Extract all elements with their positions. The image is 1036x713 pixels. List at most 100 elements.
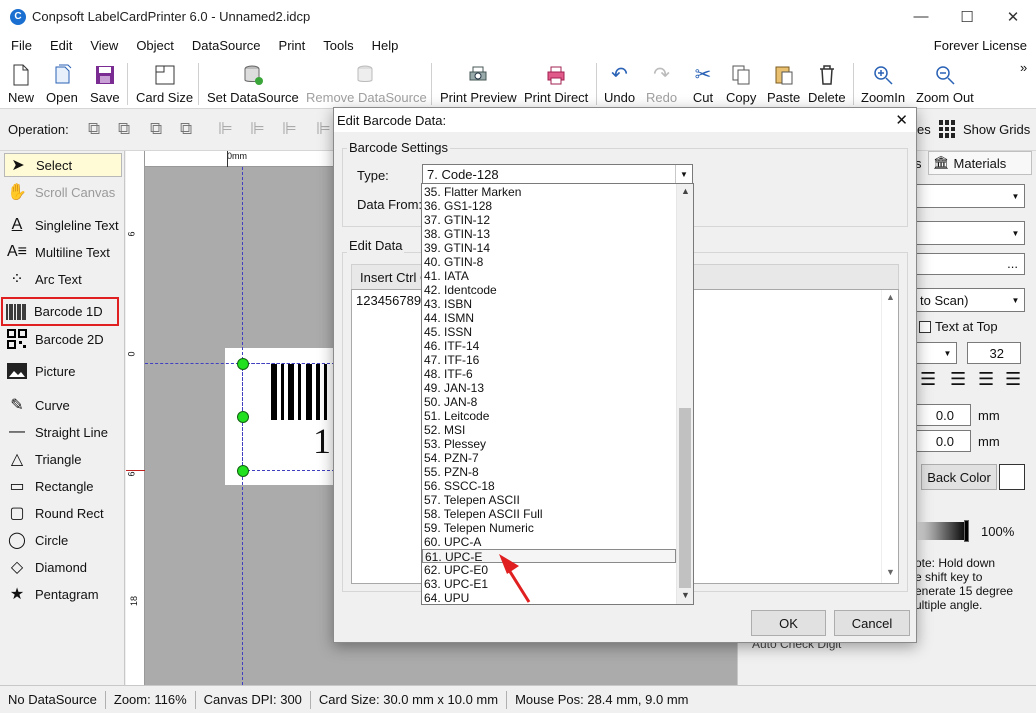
dropdown-option[interactable]: 63. UPC-E1 [422,577,677,591]
tool-straight-line[interactable]: — Straight Line [4,420,122,444]
property-combo-2[interactable]: ▼ [915,221,1025,245]
menu-datasource[interactable]: DataSource [183,38,270,53]
align-top-icon[interactable]: ⊫ [316,119,331,139]
open-button[interactable]: Open [46,57,78,109]
dropdown-option[interactable]: 62. UPC-E0 [422,563,677,577]
menu-help[interactable]: Help [363,38,408,53]
new-button[interactable]: New [8,57,34,109]
set-datasource-button[interactable]: Set DataSource [207,57,299,109]
dropdown-option[interactable]: 46. ITF-14 [422,339,677,353]
scroll-up-icon[interactable]: ▲ [886,292,895,302]
x-offset-stepper[interactable]: 0.0 [915,404,971,426]
dropdown-option[interactable]: 58. Telepen ASCII Full [422,507,677,521]
tool-picture[interactable]: Picture [4,359,122,383]
dropdown-option[interactable]: 44. ISMN [422,311,677,325]
dropdown-option[interactable]: 37. GTIN-12 [422,213,677,227]
dropdown-option[interactable]: 50. JAN-8 [422,395,677,409]
scroll-down-icon[interactable]: ▼ [886,567,895,577]
cancel-button[interactable]: Cancel [834,610,910,636]
dropdown-option[interactable]: 49. JAN-13 [422,381,677,395]
dropdown-option[interactable]: 57. Telepen ASCII [422,493,677,507]
dropdown-option[interactable]: 35. Flatter Marken [422,185,677,199]
card-size-button[interactable]: Card Size [136,57,193,109]
undo-button[interactable]: ↶ Undo [604,57,635,109]
tool-select[interactable]: ➤ Select [4,153,122,177]
tool-multiline-text[interactable]: A≡ Multiline Text [4,240,122,264]
close-button[interactable]: ✕ [990,0,1036,33]
opacity-slider[interactable] [915,522,967,540]
menu-object[interactable]: Object [127,38,183,53]
tool-singleline-text[interactable]: A Singleline Text [4,213,122,237]
layer-top-icon[interactable]: ⧉ [118,119,130,139]
dropdown-option[interactable]: 51. Leitcode [422,409,677,423]
tool-triangle[interactable]: △ Triangle [4,447,122,471]
menu-print[interactable]: Print [270,38,315,53]
tool-barcode-1d[interactable]: Barcode 1D [1,297,119,326]
scroll-down-icon[interactable]: ▼ [681,590,690,600]
resize-handle[interactable] [237,465,249,477]
layer-down-icon[interactable]: ⧉ [150,119,162,139]
dropdown-option[interactable]: 53. Plessey [422,437,677,451]
tool-rectangle[interactable]: ▭ Rectangle [4,474,122,498]
scrollbar-thumb[interactable] [679,408,691,588]
align-left-icon[interactable]: ⊫ [218,119,233,139]
back-color-swatch[interactable] [999,464,1025,490]
dropdown-option[interactable]: 39. GTIN-14 [422,241,677,255]
text-at-top-checkbox[interactable] [919,321,931,333]
print-direct-button[interactable]: Print Direct [524,57,588,109]
align-justify-icon[interactable]: ☰ [1005,369,1021,390]
layer-bottom-icon[interactable]: ⧉ [180,119,192,139]
copy-button[interactable]: Copy [726,57,756,109]
save-button[interactable]: Save [90,57,120,109]
property-browse-field[interactable]: ... [915,253,1025,275]
back-color-button[interactable]: Back Color [921,464,997,490]
maximize-button[interactable]: ☐ [944,0,990,33]
align-center-icon[interactable]: ☰ [950,369,966,390]
tool-barcode-2d[interactable]: Barcode 2D [4,327,122,351]
dropdown-option[interactable]: 40. GTIN-8 [422,255,677,269]
textarea-scrollbar[interactable]: ▲ ▼ [881,290,898,583]
property-combo-1[interactable]: ▼ [915,184,1025,208]
dropdown-option[interactable]: 43. ISBN [422,297,677,311]
toolbar-overflow-button[interactable]: » [1020,60,1027,75]
remove-datasource-button[interactable]: Remove DataSource [306,57,427,109]
dropdown-option[interactable]: 36. GS1-128 [422,199,677,213]
tool-arc-text[interactable]: ⁘ Arc Text [4,267,122,291]
dropdown-option[interactable]: 42. Identcode [422,283,677,297]
opacity-slider-thumb[interactable] [964,520,969,542]
dropdown-option[interactable]: 47. ITF-16 [422,353,677,367]
dropdown-option[interactable]: 59. Telepen Numeric [422,521,677,535]
menu-file[interactable]: File [0,38,41,53]
dropdown-scrollbar[interactable]: ▲ ▼ [676,184,693,604]
barcode-type-dropdown-list[interactable]: ▲ ▼ 35. Flatter Marken 36. GS1-128 37. GTI… [421,183,694,605]
check-digit-mode-select[interactable]: to Scan) ▼ [915,288,1025,312]
dropdown-option[interactable]: 64. UPU [422,591,677,604]
print-preview-button[interactable]: Print Preview [440,57,517,109]
dropdown-option[interactable]: 48. ITF-6 [422,367,677,381]
minimize-button[interactable]: — [898,0,944,33]
dropdown-option[interactable]: 61. UPC-E [422,549,676,564]
dropdown-option[interactable]: 56. SSCC-18 [422,479,677,493]
menu-edit[interactable]: Edit [41,38,81,53]
zoom-in-button[interactable]: ZoomIn [861,57,905,109]
font-size-stepper[interactable]: 32 [967,342,1021,364]
dropdown-option[interactable]: 52. MSI [422,423,677,437]
barcode-type-select[interactable]: 7. Code-128 ▼ [422,164,693,184]
tool-round-rect[interactable]: ▢ Round Rect [4,501,122,525]
dropdown-option[interactable]: 38. GTIN-13 [422,227,677,241]
layer-up-icon[interactable]: ⧉ [88,119,100,139]
redo-button[interactable]: ↷ Redo [646,57,677,109]
zoom-out-button[interactable]: Zoom Out [916,57,974,109]
y-offset-stepper[interactable]: 0.0 [915,430,971,452]
cut-button[interactable]: ✂ Cut [691,57,715,109]
dropdown-option[interactable]: 60. UPC-A [422,535,677,549]
tool-curve[interactable]: ✎ Curve [4,393,122,417]
tool-scroll-canvas[interactable]: ✋ Scroll Canvas [4,180,122,204]
resize-handle[interactable] [237,411,249,423]
font-select[interactable]: ▼ [915,342,957,364]
tab-materials[interactable]: 🏛 Materials [928,151,1032,175]
align-center-icon[interactable]: ⊫ [250,119,265,139]
scroll-up-icon[interactable]: ▲ [681,186,690,196]
dropdown-option[interactable]: 55. PZN-8 [422,465,677,479]
ok-button[interactable]: OK [751,610,826,636]
